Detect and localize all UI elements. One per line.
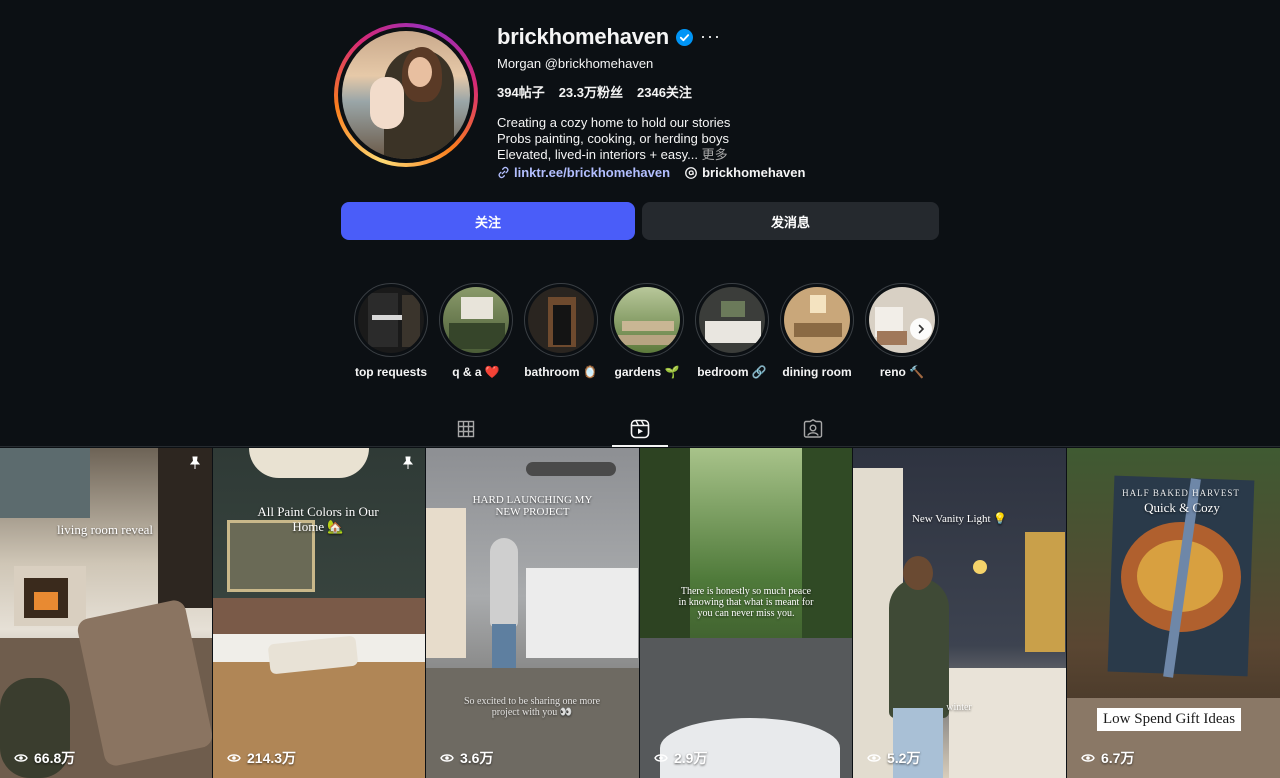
- reel-tile[interactable]: HALF BAKED HARVEST Quick & Cozy Low Spen…: [1067, 448, 1280, 778]
- following-count[interactable]: 2346关注: [637, 82, 692, 101]
- verified-badge-icon: [676, 29, 693, 46]
- profile-fullname: Morgan @brickhomehaven: [497, 56, 654, 71]
- link-text: linktr.ee/brickhomehaven: [514, 165, 671, 180]
- reel-tile[interactable]: living room reveal 66.8万: [0, 448, 212, 778]
- message-button[interactable]: 发消息: [642, 202, 939, 240]
- highlight-bathroom[interactable]: bathroom 🪞: [521, 283, 601, 379]
- reel-views: 214.3万: [227, 748, 296, 768]
- reel-caption: There is honestly so much peace in knowi…: [678, 586, 814, 619]
- pin-icon: [188, 456, 202, 475]
- eye-icon: [654, 754, 668, 762]
- active-tab-indicator: [612, 445, 668, 447]
- eye-icon: [1081, 754, 1095, 762]
- highlight-label: dining room: [782, 365, 852, 379]
- highlight-label: bathroom 🪞: [524, 365, 598, 379]
- views-count: 66.8万: [34, 750, 76, 766]
- eye-icon: [440, 754, 454, 762]
- reel-caption: All Paint Colors in Our Home 🏡: [257, 504, 379, 534]
- posts-count: 394帖子: [497, 85, 545, 100]
- bio-line: Creating a cozy home to hold our stories: [497, 115, 731, 130]
- highlight-label: gardens 🌱: [614, 365, 680, 379]
- eye-icon: [227, 754, 241, 762]
- chevron-right-icon: [918, 324, 925, 334]
- grid-icon: [457, 420, 475, 438]
- reel-tile[interactable]: All Paint Colors in Our Home 🏡 214.3万: [213, 448, 425, 778]
- eye-icon: [867, 754, 881, 762]
- highlight-label: bedroom 🔗: [697, 365, 767, 379]
- reel-views: 6.7万: [1081, 748, 1134, 768]
- highlight-q-and-a[interactable]: q & a ❤️: [436, 283, 516, 379]
- reel-subcaption: So excited to be sharing one more projec…: [463, 696, 601, 718]
- views-count: 5.2万: [887, 750, 921, 766]
- tab-posts[interactable]: [438, 413, 494, 445]
- pin-icon: [401, 456, 415, 475]
- profile-links: linktr.ee/brickhomehaven brickhomehaven: [497, 165, 805, 180]
- profile-avatar[interactable]: [334, 23, 478, 167]
- reel-caption: Low Spend Gift Ideas: [1097, 708, 1242, 731]
- highlight-label: top requests: [354, 365, 427, 379]
- tagged-icon: [803, 419, 823, 438]
- tab-reels[interactable]: [612, 413, 668, 445]
- highlight-label: reno 🔨: [879, 365, 925, 379]
- bio-line: Elevated, lived-in interiors + easy...: [497, 147, 698, 162]
- book-title: Quick & Cozy: [1144, 500, 1220, 515]
- reel-caption: New Vanity Light 💡: [911, 513, 1008, 525]
- views-count: 6.7万: [1101, 750, 1135, 766]
- reel-views: 66.8万: [14, 748, 75, 768]
- reel-tile[interactable]: There is honestly so much peace in knowi…: [640, 448, 852, 778]
- reels-icon: [630, 419, 650, 439]
- reel-tile[interactable]: New Vanity Light 💡 winter 5.2万: [853, 448, 1066, 778]
- highlight-bedroom[interactable]: bedroom 🔗: [692, 283, 772, 379]
- profile-bio: Creating a cozy home to hold our stories…: [497, 115, 730, 163]
- highlight-gardens[interactable]: gardens 🌱: [607, 283, 687, 379]
- bio-line: Probs painting, cooking, or herding boys: [497, 131, 729, 146]
- external-link[interactable]: linktr.ee/brickhomehaven: [497, 165, 670, 180]
- highlight-top-requests[interactable]: top requests: [351, 283, 431, 379]
- threads-link[interactable]: brickhomehaven: [684, 165, 805, 180]
- reel-subcaption: winter: [946, 702, 972, 713]
- more-options-icon[interactable]: ···: [700, 26, 721, 47]
- threads-icon: [685, 166, 697, 179]
- views-count: 2.9万: [674, 750, 708, 766]
- highlight-dining-room[interactable]: dining room: [777, 283, 857, 379]
- link-icon: [498, 166, 509, 179]
- threads-handle: brickhomehaven: [702, 165, 806, 180]
- profile-username: brickhomehaven: [497, 24, 670, 49]
- bio-more-link[interactable]: 更多: [702, 147, 728, 162]
- follow-button[interactable]: 关注: [341, 202, 635, 240]
- reel-caption: HARD LAUNCHING MY NEW PROJECT: [472, 494, 593, 518]
- views-count: 3.6万: [460, 750, 494, 766]
- reel-views: 2.9万: [654, 748, 707, 768]
- reel-caption: living room reveal: [56, 522, 154, 537]
- reel-tile[interactable]: HARD LAUNCHING MY NEW PROJECT So excited…: [426, 448, 639, 778]
- reel-views: 3.6万: [440, 748, 493, 768]
- highlights-next-button[interactable]: [910, 318, 932, 340]
- reel-views: 5.2万: [867, 748, 920, 768]
- tab-tagged[interactable]: [785, 413, 841, 445]
- profile-stats: 394帖子 23.3万粉丝 2346关注: [497, 82, 692, 101]
- highlight-label: q & a ❤️: [452, 365, 500, 379]
- book-publisher: HALF BAKED HARVEST: [1122, 488, 1240, 498]
- followers-count[interactable]: 23.3万粉丝: [559, 82, 623, 101]
- views-count: 214.3万: [247, 750, 297, 766]
- eye-icon: [14, 754, 28, 762]
